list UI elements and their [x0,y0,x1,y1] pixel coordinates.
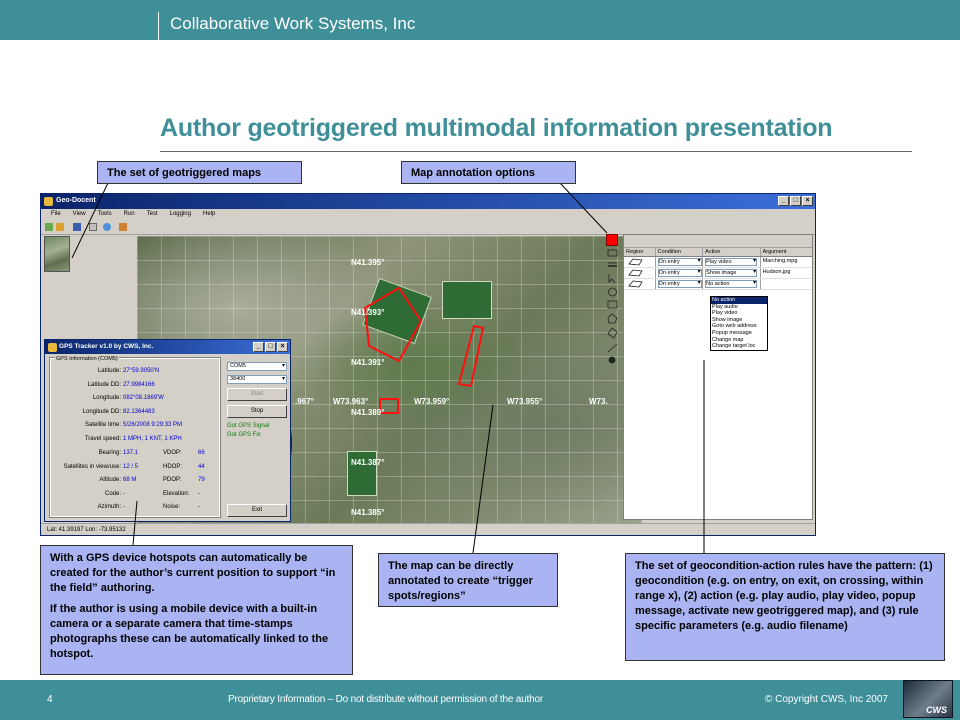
footer-notice: Proprietary Information – Do not distrib… [228,694,543,705]
pointer-line [71,182,109,259]
footer-bar: 4 Proprietary Information – Do not distr… [0,680,960,720]
cws-logo: CWS [903,680,953,718]
pointer-line [472,404,494,554]
callout-map-annotation: The map can be directly annotated to cre… [378,553,558,607]
pointer-line [559,182,608,234]
callout-text: With a GPS device hotspots can automatic… [50,552,336,594]
logo-text: CWS [926,705,947,715]
footer-copyright: © Copyright CWS, Inc 2007 [765,694,888,705]
page-number: 4 [47,694,53,705]
pointer-line [132,500,138,546]
slide: Collaborative Work Systems, Inc Author g… [0,0,960,720]
callout-rules: The set of geocondition-action rules hav… [625,553,945,661]
callout-annotation: Map annotation options [401,161,576,184]
callout-text: If the author is using a mobile device w… [50,603,329,660]
callout-maps: The set of geotriggered maps [97,161,302,184]
callout-gps: With a GPS device hotspots can automatic… [40,545,353,675]
